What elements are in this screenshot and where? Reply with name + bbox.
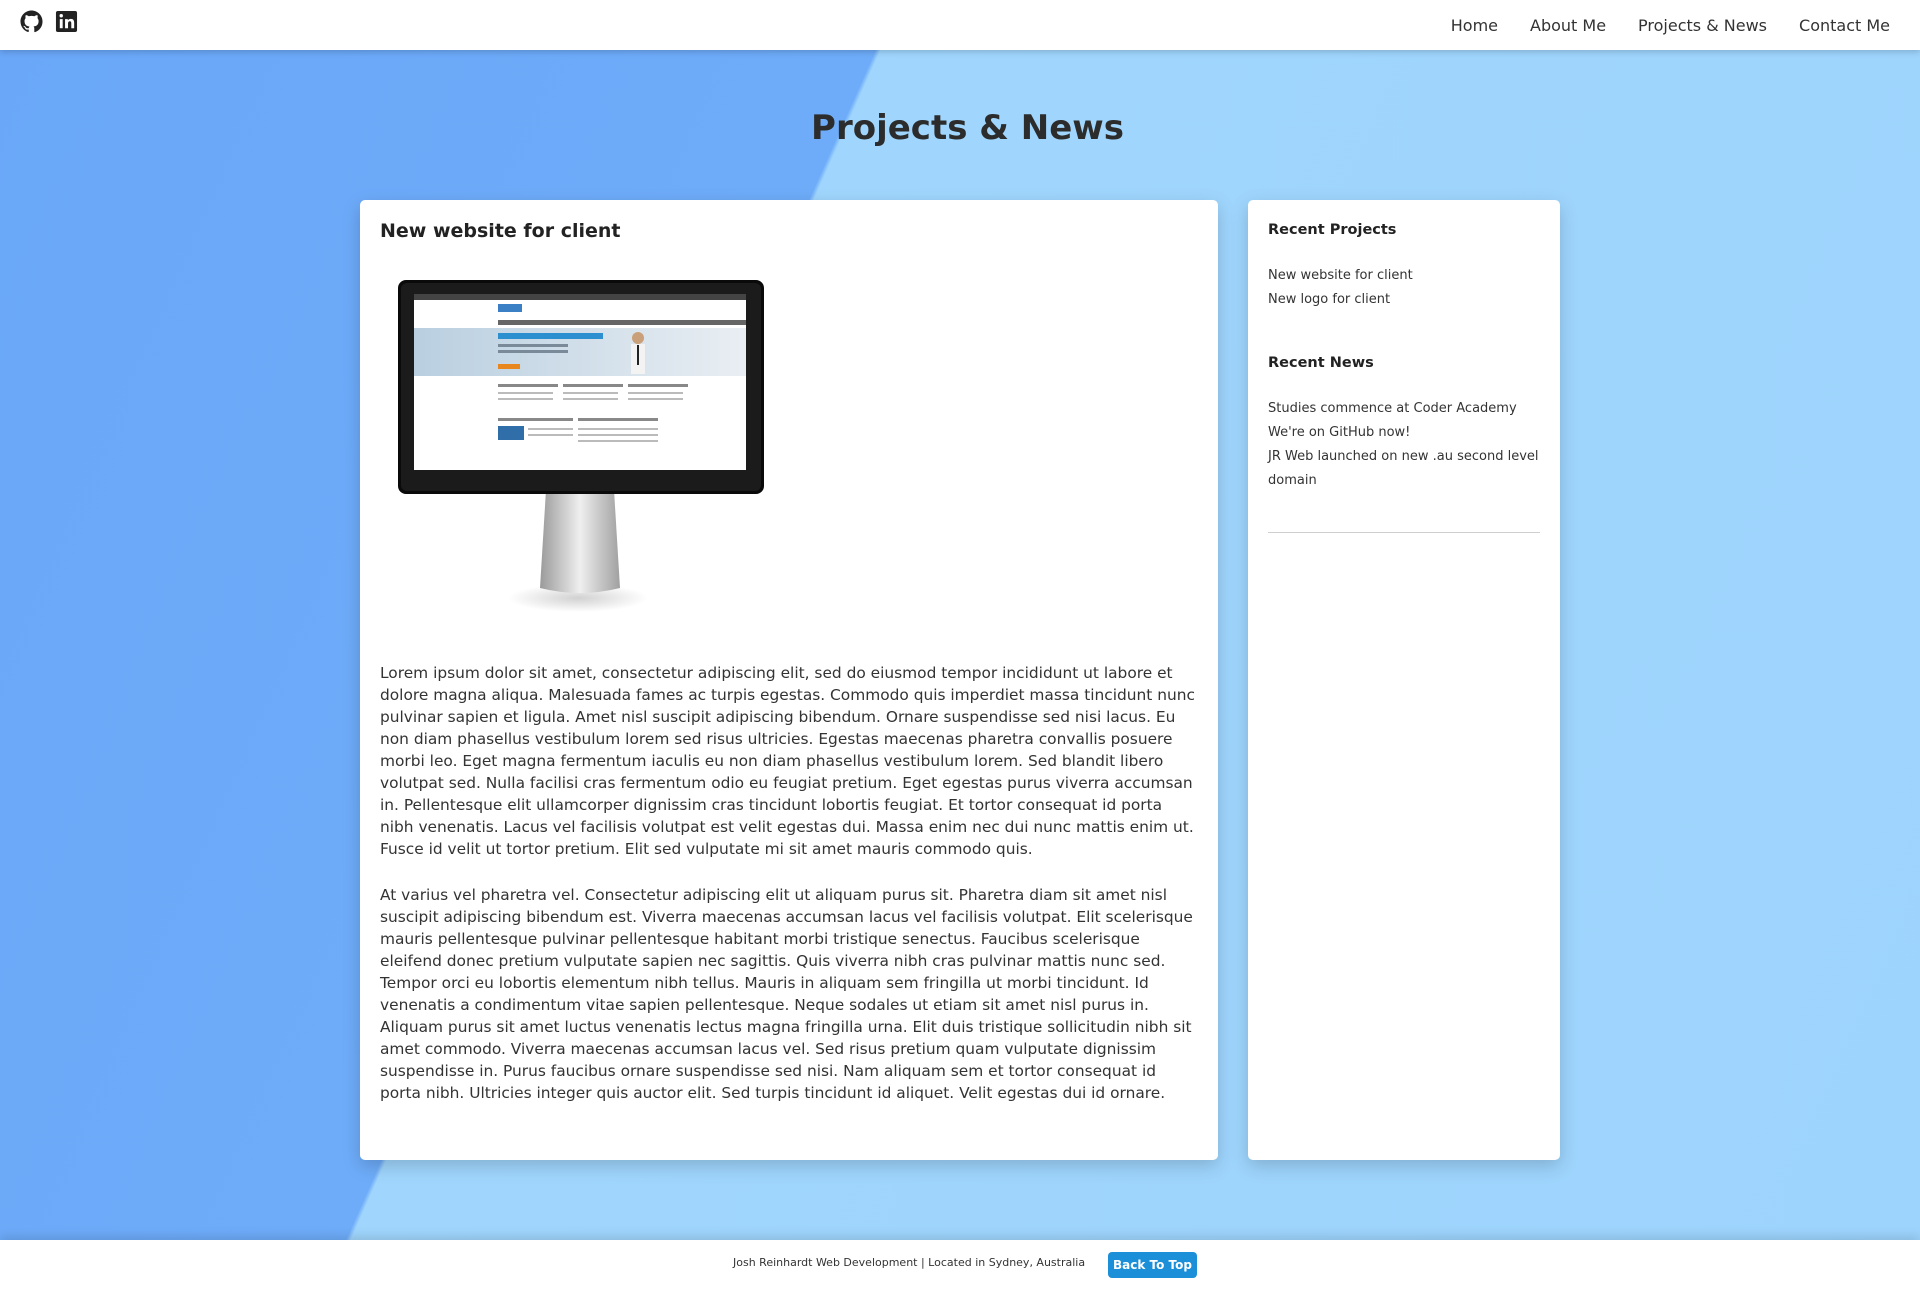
github-link[interactable]: [20, 10, 43, 33]
top-navbar: Home About Me Projects & News Contact Me: [0, 0, 1920, 50]
post-title: New website for client: [380, 220, 621, 242]
footer: Josh Reinhardt Web Development | Located…: [0, 1240, 1920, 1290]
recent-news-link[interactable]: We're on GitHub now!: [1268, 421, 1558, 445]
post-body: Lorem ipsum dolor sit amet, consectetur …: [380, 662, 1200, 1128]
recent-projects-heading: Recent Projects: [1268, 222, 1397, 238]
nav-contact-me[interactable]: Contact Me: [1799, 16, 1890, 35]
main-nav: Home About Me Projects & News Contact Me: [1451, 0, 1890, 50]
back-to-top-button[interactable]: Back To Top: [1108, 1252, 1197, 1278]
post-paragraph: Lorem ipsum dolor sit amet, consectetur …: [380, 664, 1195, 858]
linkedin-link[interactable]: [55, 10, 78, 33]
sidebar-divider: [1268, 532, 1540, 533]
recent-news-link[interactable]: JR Web launched on new .au second level …: [1268, 445, 1558, 493]
post-paragraph: At varius vel pharetra vel. Consectetur …: [380, 886, 1193, 1102]
recent-projects-list: New website for client New logo for clie…: [1268, 264, 1558, 312]
social-links: [20, 10, 78, 33]
post-card: New website for client Lorem ipsum dolor…: [360, 200, 1218, 1160]
footer-text: Josh Reinhardt Web Development | Located…: [733, 1256, 1086, 1269]
recent-news-link[interactable]: Studies commence at Coder Academy: [1268, 397, 1558, 421]
linkedin-icon: [55, 10, 78, 33]
nav-projects-news[interactable]: Projects & News: [1638, 16, 1767, 35]
recent-news-list: Studies commence at Coder Academy We're …: [1268, 397, 1558, 493]
recent-news-heading: Recent News: [1268, 355, 1374, 371]
nav-about-me[interactable]: About Me: [1530, 16, 1606, 35]
sidebar-card: Recent Projects New website for client N…: [1248, 200, 1560, 1160]
recent-project-link[interactable]: New website for client: [1268, 264, 1558, 288]
page-title: Projects & News: [811, 108, 1124, 148]
monitor-website-image: [398, 278, 768, 632]
nav-home[interactable]: Home: [1451, 16, 1498, 35]
recent-project-link[interactable]: New logo for client: [1268, 288, 1558, 312]
github-icon: [20, 10, 43, 33]
